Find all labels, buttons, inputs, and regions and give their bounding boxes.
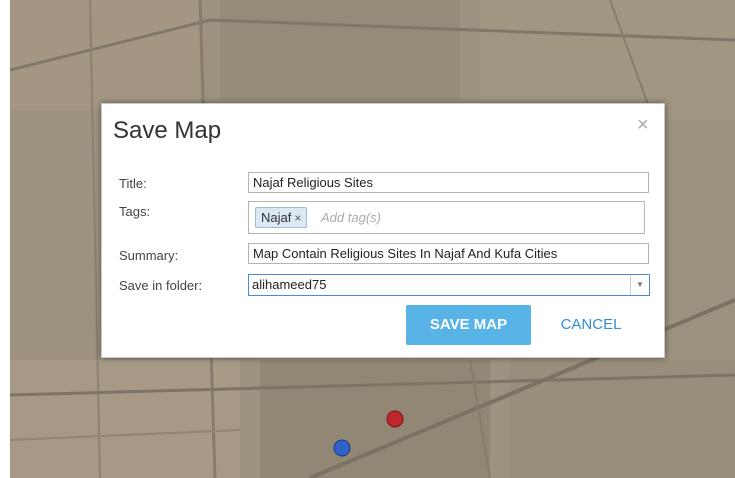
map-overlay: Save Map × Title: Najaf Religious Sites … [0,0,735,478]
title-input[interactable]: Najaf Religious Sites [248,172,649,193]
title-label: Title: [119,176,147,191]
cancel-button[interactable]: CANCEL [548,305,634,345]
folder-selected-value: alihameed75 [252,277,327,292]
folder-label: Save in folder: [119,278,203,293]
save-map-button[interactable]: SAVE MAP [406,305,531,345]
chevron-down-icon[interactable]: ▼ [630,275,649,295]
close-icon[interactable]: × [637,114,649,137]
remove-tag-icon[interactable]: × [294,211,301,225]
tags-placeholder[interactable]: Add tag(s) [321,210,381,225]
tags-label: Tags: [119,204,151,219]
summary-label: Summary: [119,248,179,263]
summary-input[interactable]: Map Contain Religious Sites In Najaf And… [248,243,649,264]
tag-chip-label: Najaf [261,210,292,225]
folder-select[interactable]: alihameed75 ▼ [248,274,650,296]
tags-input[interactable]: Najaf × Add tag(s) [248,201,645,234]
save-map-dialog: Save Map × Title: Najaf Religious Sites … [101,103,665,358]
tag-chip-najaf: Najaf × [255,207,308,228]
dialog-title: Save Map [113,117,222,144]
